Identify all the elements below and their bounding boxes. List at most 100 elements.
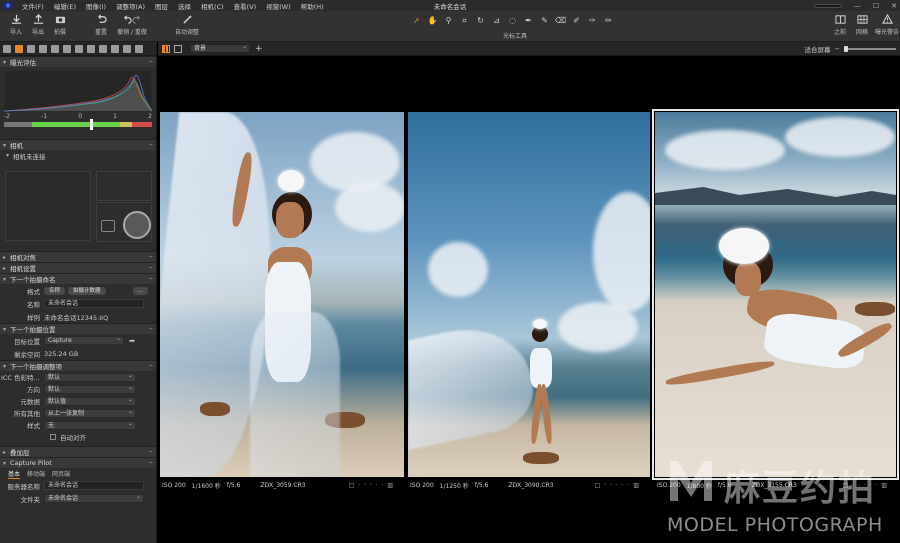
album-select[interactable]: 背景: [190, 43, 250, 53]
auto-align-checkbox[interactable]: [50, 434, 56, 440]
keystone-icon[interactable]: ⊿: [490, 15, 503, 26]
batch-tab-icon[interactable]: [111, 44, 119, 53]
next-capture-naming-header[interactable]: ▾ 下一个拍摄命名 ···: [0, 273, 156, 284]
destination-select[interactable]: Capture: [44, 335, 124, 345]
overlay-header[interactable]: ▸ 叠加层 ···: [0, 446, 156, 457]
library-tab-icon[interactable]: [3, 44, 11, 53]
folder-select[interactable]: 未命名会话: [44, 493, 144, 503]
exposure-warning-button[interactable]: 曝光警告: [874, 14, 900, 36]
crop-icon[interactable]: ⌗: [458, 15, 471, 26]
minimize-button[interactable]: —: [854, 2, 861, 10]
orientation-select[interactable]: 默认: [44, 384, 136, 394]
close-button[interactable]: ✕: [891, 2, 897, 10]
shutter-release-button[interactable]: [123, 211, 151, 239]
zoom-icon[interactable]: ⚲: [442, 15, 455, 26]
all-others-select[interactable]: 从上一张复制: [44, 408, 136, 418]
styles-tab-icon[interactable]: [123, 44, 131, 53]
icc-select[interactable]: 默认: [44, 372, 136, 382]
add-album-button[interactable]: +: [255, 44, 263, 54]
style-select[interactable]: 无: [44, 420, 136, 430]
grid-button[interactable]: 网格: [850, 14, 874, 36]
camera-focus-header[interactable]: ▸ 相机对焦 ···: [0, 251, 156, 262]
rating-controls[interactable]: □ · · · · · ▥: [595, 482, 640, 489]
tab-mobile[interactable]: 移动端: [27, 469, 45, 478]
more-options-icon[interactable]: ···: [149, 58, 153, 66]
output-tab-icon[interactable]: [99, 44, 107, 53]
pan-hand-icon[interactable]: ✋: [426, 15, 439, 26]
annotation-icon[interactable]: ✏: [602, 15, 615, 26]
undo-redo-button[interactable]: 撤销 / 重做: [112, 14, 152, 36]
adjustments-tab-icon[interactable]: [75, 44, 83, 53]
color-picker-icon[interactable]: ✑: [586, 15, 599, 26]
next-capture-adjustments-header[interactable]: ▾ 下一个拍摄调整项 ···: [0, 360, 156, 371]
live-view-icon[interactable]: [101, 220, 115, 232]
zoom-out-icon[interactable]: −: [835, 45, 840, 53]
menu-select[interactable]: 选择: [173, 1, 196, 11]
menu-help[interactable]: 帮助(H): [296, 1, 329, 11]
fit-screen-label[interactable]: 适合屏幕: [805, 44, 831, 54]
more-options-icon[interactable]: ···: [149, 362, 153, 370]
format-token-name[interactable]: 名称: [44, 286, 66, 295]
brush-icon[interactable]: ✎: [538, 15, 551, 26]
more-options-icon[interactable]: ···: [149, 264, 153, 272]
photo-thumbnail[interactable]: [160, 112, 404, 477]
maximize-button[interactable]: ☐: [873, 2, 879, 10]
auto-adjust-button[interactable]: 自动调整: [173, 14, 201, 36]
next-capture-location-header[interactable]: ▾ 下一个拍摄位置 ···: [0, 323, 156, 334]
before-button[interactable]: 之前: [828, 14, 852, 36]
more-options-icon[interactable]: ···: [149, 459, 153, 467]
grid-view-icon[interactable]: [162, 44, 170, 53]
color-tab-icon[interactable]: [39, 44, 47, 53]
single-view-icon[interactable]: [174, 44, 182, 53]
import-button[interactable]: 导入: [4, 14, 28, 36]
zoom-slider[interactable]: [844, 46, 896, 52]
camera-header[interactable]: ▾ 相机 ···: [0, 139, 156, 150]
more-options-icon[interactable]: ···: [149, 325, 153, 333]
details-tab-icon[interactable]: [63, 44, 71, 53]
tab-basic[interactable]: 基本: [8, 469, 21, 479]
custom-tab-icon[interactable]: [135, 44, 143, 53]
menu-edit[interactable]: 编辑(E): [49, 1, 81, 11]
reset-button[interactable]: 重置: [89, 14, 113, 36]
photo-thumbnail[interactable]: [408, 112, 650, 477]
tab-web[interactable]: 网页端: [52, 469, 70, 478]
menu-adjustments[interactable]: 调整项(A): [111, 1, 150, 11]
activity-progress-bar[interactable]: [813, 3, 842, 8]
photo-thumbnail-selected[interactable]: [652, 109, 899, 480]
reveal-arrow-icon[interactable]: ➡: [129, 337, 135, 345]
eraser-icon[interactable]: ⌫: [554, 15, 567, 26]
capture-pilot-header[interactable]: ▾ Capture Pilot ···: [0, 457, 156, 468]
exposure-evaluation-header[interactable]: ▾ 曝光评估 ···: [0, 56, 156, 67]
metadata-tab-icon[interactable]: [87, 44, 95, 53]
rating-controls[interactable]: □ · · · · · ▥: [349, 482, 394, 489]
camera-status[interactable]: ▾ 相机未连接: [0, 150, 156, 161]
gradient-mask-icon[interactable]: ✐: [570, 15, 583, 26]
more-options-icon[interactable]: ···: [149, 141, 153, 149]
metadata-select[interactable]: 默认值: [44, 396, 136, 406]
export-button[interactable]: 导出: [26, 14, 50, 36]
more-options-icon[interactable]: ···: [149, 275, 153, 283]
lens-tab-icon[interactable]: [27, 44, 35, 53]
format-more-button[interactable]: ...: [132, 286, 148, 295]
server-name-input[interactable]: 未命名会话: [44, 481, 144, 490]
cursor-tools-group: ➚ ✋ ⚲ ⌗ ↻ ⊿ ◌ ✒ ✎ ⌫ ✐ ✑ ✏: [410, 15, 615, 26]
app-logo-icon[interactable]: [3, 1, 13, 10]
menu-camera[interactable]: 相机(C): [196, 1, 229, 11]
menu-image[interactable]: 图像(I): [81, 1, 111, 11]
capture-button[interactable]: 拍摄: [48, 14, 72, 36]
exposure-tab-icon[interactable]: [51, 44, 59, 53]
menu-view[interactable]: 查看(V): [229, 1, 262, 11]
camera-settings-header[interactable]: ▸ 相机设置 ···: [0, 262, 156, 273]
menu-file[interactable]: 文件(F): [17, 1, 49, 11]
white-balance-picker-icon[interactable]: ✒: [522, 15, 535, 26]
rotate-icon[interactable]: ↻: [474, 15, 487, 26]
more-options-icon[interactable]: ···: [149, 448, 153, 456]
more-options-icon[interactable]: ···: [149, 253, 153, 261]
select-cursor-icon[interactable]: ➚: [410, 15, 423, 26]
menu-layers[interactable]: 图层: [150, 1, 173, 11]
format-token-counter[interactable]: 拍摄计数器: [68, 286, 106, 295]
name-input[interactable]: 未命名会话: [44, 299, 144, 308]
menu-window[interactable]: 视窗(W): [261, 1, 296, 11]
spot-removal-icon[interactable]: ◌: [506, 15, 519, 26]
capture-tab-icon[interactable]: [15, 44, 23, 53]
